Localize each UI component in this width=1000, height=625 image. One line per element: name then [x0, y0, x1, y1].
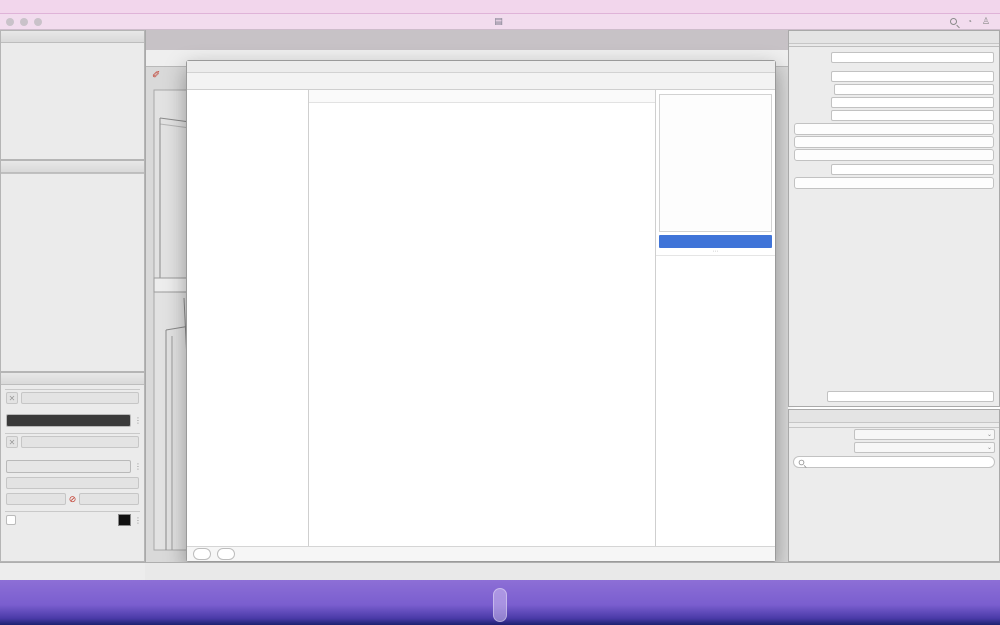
fill-style-dropdown[interactable] [21, 392, 139, 404]
resource-manager-window: ⋯ [186, 60, 776, 562]
splitter-handle[interactable]: ⋯ [656, 248, 775, 255]
preview-actions-bar [659, 235, 772, 248]
wall-closure-button [794, 149, 994, 161]
break-dropdown[interactable] [831, 97, 994, 108]
basic-palette [0, 30, 145, 160]
tool-set-groups [1, 173, 144, 176]
new-folder-button[interactable] [217, 548, 235, 560]
insert-dropdown[interactable] [831, 71, 994, 82]
resource-manager-title-bar[interactable] [187, 61, 775, 73]
replace-button[interactable] [794, 177, 994, 189]
desktop-wallpaper [0, 580, 1000, 625]
offset-input[interactable] [834, 84, 994, 95]
layers-search-input[interactable] [808, 457, 990, 468]
line-end-dropdown[interactable] [79, 493, 139, 505]
pen-style-icon[interactable]: ✕ [6, 436, 18, 448]
resource-manager-footer [187, 546, 775, 561]
help-bar [0, 562, 145, 580]
navigation-panel: ⌄ ⌄ [788, 409, 1000, 562]
basic-tools-grid [1, 43, 144, 47]
object-info-panel [788, 30, 1000, 407]
search-icon [799, 459, 805, 465]
brush-cursor: ✐ [152, 70, 161, 81]
zoom-window-button[interactable] [34, 18, 42, 26]
layer-options-dropdown[interactable]: ⌄ [854, 429, 995, 440]
layers-search-field[interactable] [793, 456, 995, 468]
no-line-markers-icon[interactable]: ⊘ [69, 494, 77, 505]
height-input[interactable] [831, 110, 994, 121]
shadow-color-swatch[interactable] [118, 514, 131, 526]
shadow-menu[interactable]: ⋮ [134, 516, 139, 525]
fill-style-icon[interactable]: ✕ [6, 392, 18, 404]
library-tree [187, 90, 309, 546]
document-tabs [146, 30, 788, 50]
line-thickness-dropdown[interactable] [6, 477, 139, 489]
pen-style-dropdown[interactable] [21, 436, 139, 448]
class-dropdown[interactable] [831, 52, 994, 63]
menu-bar [0, 0, 1000, 14]
shadow-checkbox[interactable] [6, 515, 16, 525]
fill-opacity-slider[interactable] [6, 414, 131, 427]
window-title-bar: ▤ ◔ ♙ [0, 14, 1000, 30]
dock [493, 588, 507, 622]
fill-opacity-menu[interactable]: ⋮ [134, 416, 139, 425]
preview-image [659, 94, 772, 232]
pen-opacity-slider[interactable] [6, 460, 131, 473]
lock-icon: ♙ [982, 16, 990, 26]
pen-opacity-menu[interactable]: ⋮ [134, 462, 139, 471]
filter-dropdown[interactable]: ⌄ [854, 442, 995, 453]
scaling-dropdown[interactable] [831, 164, 994, 175]
breadcrumb [309, 90, 655, 103]
set-position-button[interactable] [794, 136, 994, 148]
document-icon: ▤ [494, 16, 503, 26]
search-icon[interactable] [950, 18, 957, 25]
resource-manager-toolbar [187, 73, 775, 90]
line-style-dropdown[interactable] [6, 493, 66, 505]
document-title: ▤ [494, 16, 506, 27]
flip-button[interactable] [794, 123, 994, 135]
resource-preview-panel: ⋯ [655, 90, 775, 546]
bell-icon[interactable]: ◔ [967, 17, 972, 26]
preview-data-row[interactable] [656, 255, 775, 262]
minimize-window-button[interactable] [20, 18, 28, 26]
resource-grid [309, 103, 655, 546]
close-window-button[interactable] [6, 18, 14, 26]
object-name-input[interactable] [827, 391, 994, 402]
preview-tags-row[interactable] [656, 262, 775, 268]
sign-in-button[interactable]: ♙ [982, 16, 990, 27]
new-resource-button[interactable] [193, 548, 211, 560]
status-bar [145, 562, 1000, 580]
tool-sets-palette [0, 160, 145, 372]
attributes-palette: ✕ ⋮ ✕ ⋮ ⊘ ⋮ [0, 372, 145, 562]
